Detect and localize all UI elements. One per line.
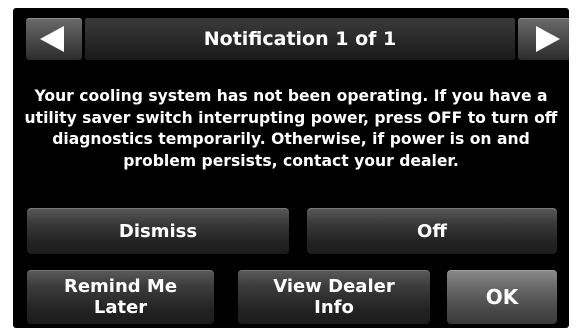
off-button[interactable]: Off: [307, 208, 557, 254]
dealer-label-line1: View Dealer: [273, 276, 395, 297]
view-dealer-info-button[interactable]: View Dealer Info: [238, 270, 430, 324]
ok-button[interactable]: OK: [447, 270, 557, 324]
notification-header: Notification 1 of 1: [13, 8, 569, 71]
right-arrow-icon: [536, 26, 560, 52]
left-arrow-icon: [40, 26, 64, 52]
remind-label-line2: Later: [93, 297, 148, 318]
notification-message: Your cooling system has not been operati…: [24, 87, 558, 170]
remind-me-later-label: Remind Me Later: [64, 276, 177, 318]
previous-notification-button[interactable]: [26, 18, 82, 60]
remind-me-later-button[interactable]: Remind Me Later: [27, 270, 214, 324]
dismiss-label: Dismiss: [118, 220, 198, 242]
dismiss-button[interactable]: Dismiss: [27, 208, 289, 254]
remind-label-line1: Remind Me: [63, 276, 178, 297]
next-notification-button[interactable]: [518, 18, 569, 60]
off-label: Off: [417, 220, 447, 242]
view-dealer-info-label: View Dealer Info: [273, 276, 394, 318]
notification-screen: Notification 1 of 1 Your cooling system …: [13, 8, 569, 328]
ok-label: OK: [485, 284, 519, 309]
dealer-label-line2: Info: [314, 297, 354, 318]
notification-title: Notification 1 of 1: [85, 18, 515, 60]
